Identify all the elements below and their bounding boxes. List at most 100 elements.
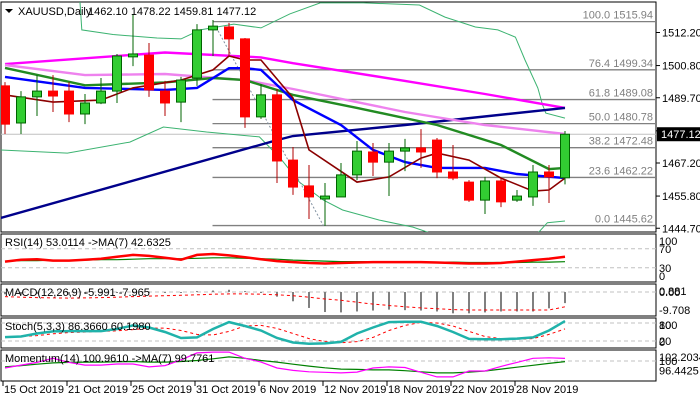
candle-body — [256, 94, 266, 118]
candle-body — [144, 54, 154, 91]
candle-body — [96, 90, 106, 104]
rsi-title: RSI(14) 53.0114 ->MA(7) 42.6325 — [5, 237, 171, 249]
time-axis-label: 12 Nov 2019 — [324, 384, 386, 396]
macd-histogram-bar — [196, 291, 198, 293]
candle-body — [304, 185, 314, 198]
indicator-axis-label: 0 — [659, 337, 665, 349]
time-axis-label: 22 Nov 2019 — [452, 384, 514, 396]
candle-body — [336, 174, 346, 198]
candle-body — [224, 26, 234, 40]
ohlc-label: 1462.10 1478.22 1459.81 1477.12 — [88, 6, 256, 18]
fib-level-label: 61.8 1489.08 — [589, 88, 653, 100]
indicator-axis-label: 0.00 — [659, 287, 680, 299]
price-chart[interactable]: 100.0 1515.94 76.4 1499.34 61.8 1489.08 50.… — [0, 0, 700, 400]
candle — [560, 131, 570, 185]
candle-body — [352, 150, 362, 176]
candle-body — [384, 150, 394, 163]
macd-histogram-bar — [548, 292, 550, 309]
candle-body — [48, 90, 58, 97]
macd-histogram-bar — [260, 292, 262, 293]
macd-histogram-bar — [340, 292, 342, 313]
candle-body — [320, 195, 330, 200]
macd-histogram-bar — [564, 292, 566, 304]
price-axis-label: 1500.80 — [662, 61, 700, 73]
indicator-axis-label: -9.708 — [659, 305, 690, 317]
macd-histogram-bar — [180, 292, 182, 293]
momentum-title: Momentum(14) 100.9610 ->MA(7) 99.7761 — [5, 353, 214, 365]
macd-histogram-bar — [356, 292, 358, 312]
time-axis-label: 28 Nov 2019 — [516, 384, 578, 396]
macd-histogram-bar — [452, 292, 454, 314]
candle — [240, 38, 250, 128]
candle-body — [64, 90, 74, 115]
candle-body — [496, 180, 506, 203]
macd-histogram-bar — [292, 292, 294, 302]
price-axis-label: 1444.70 — [662, 223, 700, 235]
candle-body — [368, 151, 378, 163]
candle-body — [448, 171, 458, 179]
indicator-axis-label: 70 — [659, 244, 671, 256]
indicator-axis-label: 96.4425 — [659, 366, 699, 378]
candle-body — [528, 171, 538, 198]
candle-body — [192, 29, 202, 79]
candle-body — [544, 171, 554, 178]
macd-histogram-bar — [532, 292, 534, 312]
time-axis-label: 15 Oct 2019 — [4, 384, 64, 396]
candle-body — [112, 55, 122, 92]
stoch-title: Stoch(5,3,3) 86.3660 60.1980 — [5, 321, 151, 333]
candle-body — [416, 147, 426, 153]
candle — [192, 24, 202, 86]
macd-title: MACD(12,26,9) -5.991 -7.965 — [5, 287, 150, 299]
time-axis-label: 6 Nov 2019 — [260, 384, 316, 396]
indicator-axis-label: 80 — [659, 320, 671, 332]
macd-histogram-bar — [372, 292, 374, 311]
time-axis-label: 18 Nov 2019 — [388, 384, 450, 396]
price-axis-label: 1489.70 — [662, 93, 700, 105]
time-axis-label: 31 Oct 2019 — [196, 384, 256, 396]
indicator-axis-label: 0 — [659, 271, 665, 283]
price-axis-label: 1455.80 — [662, 191, 700, 203]
candle-body — [432, 139, 442, 173]
macd-histogram-bar — [228, 289, 230, 292]
fib-level-label: 76.4 1499.34 — [589, 58, 653, 70]
candle-body — [1, 85, 10, 125]
candle-body — [32, 90, 42, 98]
time-axis-label: 25 Oct 2019 — [132, 384, 192, 396]
candle-body — [480, 180, 490, 201]
candle-body — [272, 94, 282, 162]
macd-histogram-bar — [388, 292, 390, 310]
candle-body — [464, 181, 474, 201]
fib-level-label: 23.6 1462.22 — [589, 165, 653, 177]
candle — [464, 180, 474, 202]
time-axis-label: 21 Oct 2019 — [68, 384, 128, 396]
fib-level-label: 50.0 1480.78 — [589, 112, 653, 124]
candle-body — [128, 53, 138, 58]
candle-body — [400, 147, 410, 152]
candle-body — [176, 79, 186, 103]
candle-body — [160, 90, 170, 104]
current-price-label: 1477.12 — [661, 129, 700, 141]
candle-body — [240, 38, 250, 118]
candle-body — [512, 195, 522, 201]
candle-body — [16, 96, 26, 124]
macd-histogram-bar — [516, 292, 518, 312]
symbol-label: XAUUSD,Daily — [18, 6, 92, 18]
fib-level-label: 100.0 1515.94 — [583, 10, 653, 22]
macd-histogram-bar — [164, 292, 166, 293]
macd-histogram-bar — [484, 292, 486, 313]
candle-body — [560, 133, 570, 179]
candle — [432, 138, 442, 179]
candle-body — [80, 102, 90, 115]
macd-histogram-bar — [308, 292, 310, 308]
fib-level-label: 0.0 1445.62 — [595, 214, 653, 226]
price-axis-label: 1467.20 — [662, 158, 700, 170]
candle-body — [208, 25, 218, 31]
fib-level-label: 38.2 1472.48 — [589, 136, 653, 148]
macd-histogram-bar — [404, 292, 406, 311]
candle-body — [288, 159, 298, 188]
macd-histogram-bar — [244, 291, 246, 293]
macd-histogram-bar — [324, 292, 326, 313]
macd-histogram-bar — [212, 290, 214, 292]
price-axis-label: 1512.20 — [662, 28, 700, 40]
macd-histogram-bar — [500, 292, 502, 312]
